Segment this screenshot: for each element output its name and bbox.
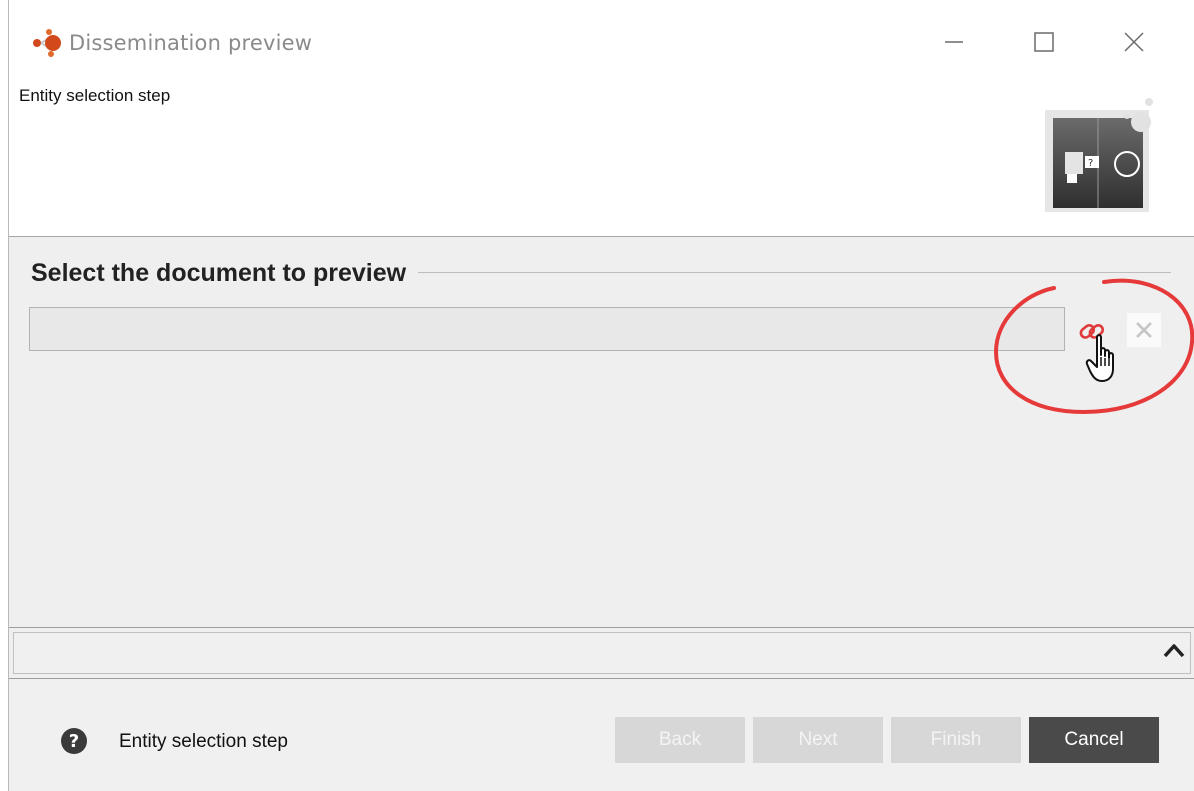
back-button[interactable]: Back (615, 717, 745, 763)
finish-button[interactable]: Finish (891, 717, 1021, 763)
chevron-up-icon[interactable] (1161, 638, 1187, 662)
footer-message: Entity selection step (119, 731, 288, 752)
app-molecule-icon (33, 29, 61, 57)
dialog-window: Dissemination preview Entity selection s… (8, 0, 1194, 791)
cancel-button[interactable]: Cancel (1029, 717, 1159, 763)
close-window-button[interactable] (1114, 22, 1154, 62)
group-title: Select the document to preview (31, 259, 419, 288)
maximize-icon (1034, 32, 1054, 52)
message-area (9, 627, 1194, 679)
title-bar[interactable]: Dissemination preview (9, 0, 1194, 86)
minimize-icon (945, 41, 963, 43)
wizard-header: Entity selection step ? (9, 86, 1194, 236)
wizard-footer: ? Entity selection step Back Next Finish… (9, 679, 1194, 791)
wizard-content: Select the document to preview (9, 237, 1194, 627)
minimize-button[interactable] (934, 22, 974, 62)
svg-text:?: ? (1088, 158, 1093, 169)
hand-cursor-icon (1085, 334, 1114, 382)
close-icon (1124, 32, 1144, 52)
window-title: Dissemination preview (69, 31, 313, 55)
wizard-step-title: Entity selection step (19, 86, 171, 105)
document-input[interactable] (29, 307, 1065, 351)
help-icon[interactable]: ? (61, 728, 87, 754)
maximize-button[interactable] (1024, 22, 1064, 62)
next-button[interactable]: Next (753, 717, 883, 763)
wizard-banner-icon: ? (1045, 98, 1153, 212)
message-panel (13, 632, 1191, 674)
